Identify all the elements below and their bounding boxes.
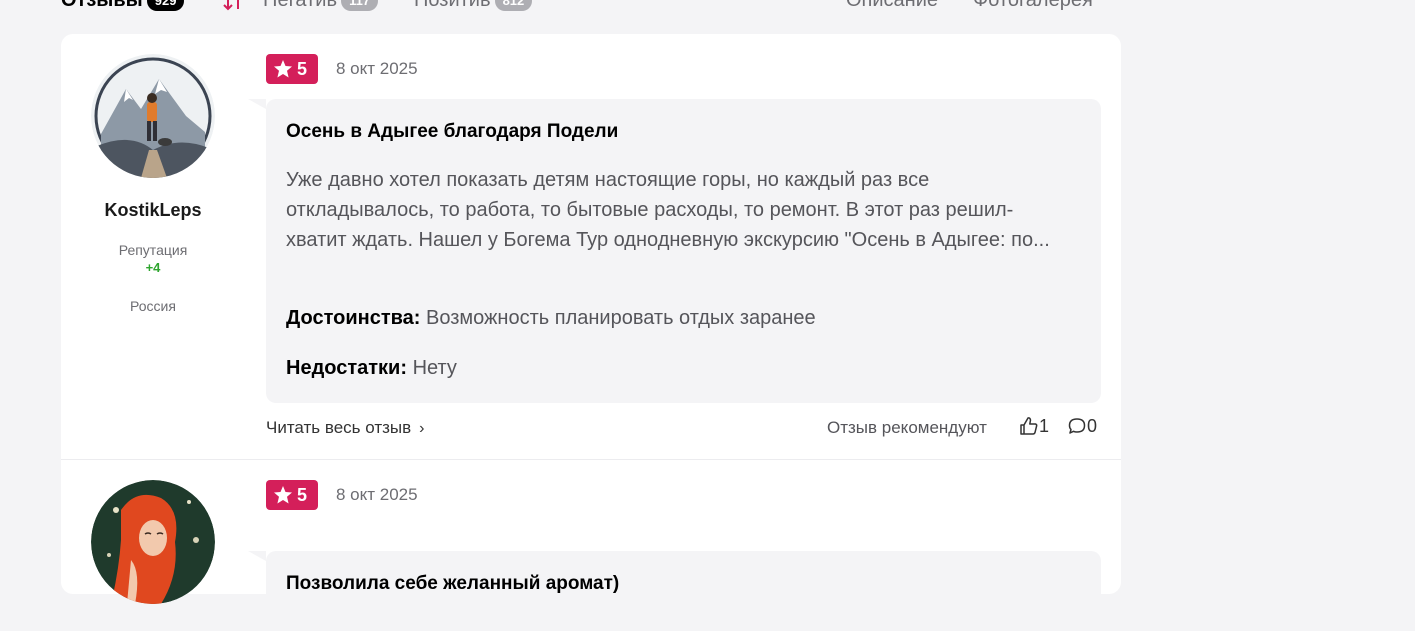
comments-button[interactable]: 0 <box>1067 416 1097 437</box>
reputation-value: +4 <box>145 260 161 275</box>
read-more-label: Читать весь отзыв <box>266 418 412 437</box>
rating-value: 5 <box>297 59 308 79</box>
tab-positive[interactable]: Позитив 812 <box>414 0 533 15</box>
reputation-label: Репутация <box>118 242 188 258</box>
tab-reviews-label: Отзывы <box>61 0 143 11</box>
user-country: Россия <box>130 298 176 314</box>
tab-description[interactable]: Описание <box>846 0 938 15</box>
username[interactable]: KostikLeps <box>61 200 245 221</box>
review-text: Уже давно хотел показать детям настоящие… <box>286 169 1050 251</box>
review-item: KostikLeps Репутация +4 Россия 5 8 окт 2… <box>61 34 1121 460</box>
review-pros: Достоинства: Возможность планировать отд… <box>286 307 816 330</box>
cons-text: Нету <box>412 357 457 379</box>
review-bubble: Позволила себе желанный аромат) <box>266 551 1101 631</box>
reviews-count-badge: 929 <box>146 0 185 11</box>
review-item: 5 8 окт 2025 Позволила себе желанный аро… <box>61 460 1121 631</box>
avatar-image <box>91 480 215 604</box>
negative-count-badge: 117 <box>341 0 379 11</box>
cons-label: Недостатки: <box>286 357 408 379</box>
like-button[interactable]: 1 <box>1019 416 1049 437</box>
review-date: 8 окт 2025 <box>336 59 418 78</box>
review-cons: Недостатки: Нету <box>286 357 457 380</box>
avatar[interactable] <box>91 54 215 178</box>
reviews-card: KostikLeps Репутация +4 Россия 5 8 окт 2… <box>61 34 1121 631</box>
rating-badge: 5 <box>266 480 318 510</box>
positive-count-badge: 812 <box>494 0 533 11</box>
tab-positive-label: Позитив <box>414 0 491 11</box>
tab-reviews[interactable]: Отзывы 929 <box>61 0 185 15</box>
pros-label: Достоинства: <box>286 307 421 329</box>
avatar[interactable] <box>91 480 215 604</box>
review-tabs: Отзывы 929 Негатив 117 Позитив 812 Описание… <box>0 0 1415 15</box>
likes-count: 1 <box>1039 416 1050 436</box>
tab-gallery[interactable]: Фотогалерея <box>973 0 1093 15</box>
chevron-right-icon: › <box>419 420 425 437</box>
rating-badge: 5 <box>266 54 318 84</box>
thumbs-up-icon <box>1020 417 1038 435</box>
recommend-label: Отзыв рекомендуют <box>827 418 987 437</box>
comments-count: 0 <box>1087 416 1098 436</box>
pros-text: Возможность планировать отдых заранее <box>426 307 816 329</box>
comment-icon <box>1068 418 1086 434</box>
tab-negative-label: Негатив <box>263 0 338 11</box>
read-full-review-link[interactable]: Читать весь отзыв › <box>266 418 424 438</box>
bubble-tail <box>248 99 266 109</box>
review-date: 8 окт 2025 <box>336 485 418 504</box>
review-bubble: Осень в Адыгее благодаря Подели Уже давн… <box>266 99 1101 403</box>
avatar-image <box>91 54 215 178</box>
bubble-tail <box>248 551 266 561</box>
star-icon <box>274 60 292 78</box>
review-title[interactable]: Позволила себе желанный аромат) <box>286 573 619 595</box>
tab-negative[interactable]: Негатив 117 <box>263 0 379 15</box>
star-icon <box>274 486 292 504</box>
sort-icon[interactable] <box>222 0 244 13</box>
rating-value: 5 <box>297 485 308 505</box>
review-title[interactable]: Осень в Адыгее благодаря Подели <box>286 121 618 143</box>
